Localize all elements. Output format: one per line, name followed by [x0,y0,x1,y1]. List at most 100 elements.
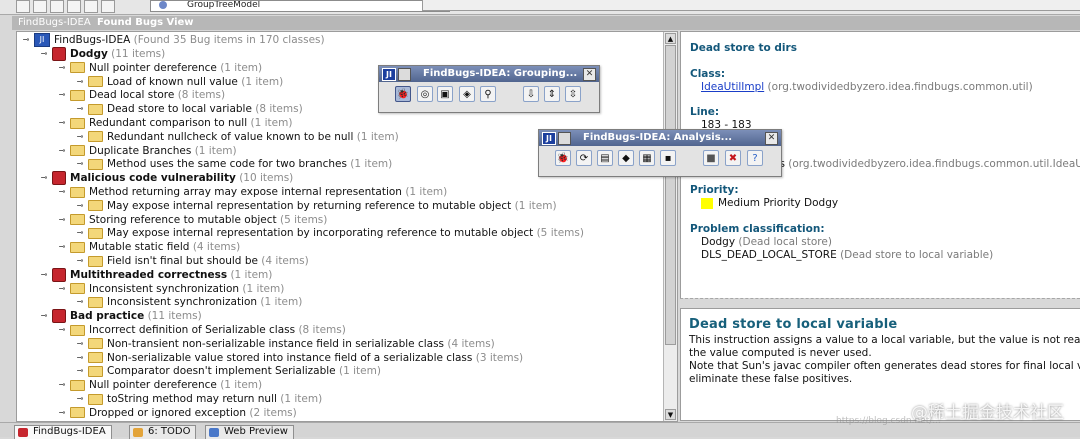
toolbar-button[interactable] [16,0,30,13]
tab-web-preview[interactable]: Web Preview [205,425,294,439]
tree-row-pattern[interactable]: ⊸ Inconsistent synchronization (1 item) [75,295,303,309]
class-link[interactable]: IdeaUtilImpl [701,81,764,93]
tree-row-type[interactable]: ⊸ Redundant comparison to null (1 item) [57,116,293,130]
analyze-project-icon[interactable]: ◆ [618,150,634,166]
expand-toggle-icon[interactable]: ⊸ [57,90,67,100]
expand-toggle-icon[interactable]: ⊸ [75,159,85,169]
expand-toggle-icon[interactable]: ⊸ [75,353,85,363]
expand-all-icon[interactable]: ⇕ [544,86,560,102]
tree-row-category[interactable]: ⊸ Dodgy (11 items) [39,47,165,61]
expand-toggle-icon[interactable]: ⊸ [75,366,85,376]
tree-row-count: (4 items) [447,337,495,350]
expand-toggle-icon[interactable]: ⊸ [75,339,85,349]
tree-row-type[interactable]: ⊸ Storing reference to mutable object (5 … [57,213,328,227]
analysis-toolbar-titlebar[interactable]: JI FindBugs-IDEA: Analysis... ✕ [539,130,781,146]
expand-toggle-icon[interactable]: ⊸ [57,284,67,294]
grouping-toolbar-window[interactable]: JI FindBugs-IDEA: Grouping... ✕ 🐞 ◎ ▣ ◈ … [378,65,600,113]
stop-icon[interactable]: ■ [703,150,719,166]
tree-row-pattern[interactable]: ⊸ Dead store to local variable (8 items) [75,102,303,116]
tree-row-pattern[interactable]: ⊸ Comparator doesn't implement Serializab… [75,364,381,378]
expand-toggle-icon[interactable]: ⊸ [39,173,49,183]
tree-row-type[interactable]: ⊸ Method returning array may expose inter… [57,185,448,199]
grouping-toolbar-titlebar[interactable]: JI FindBugs-IDEA: Grouping... ✕ [379,66,599,82]
group-by-bug-category-icon[interactable]: 🐞 [395,86,411,102]
expand-toggle-icon[interactable]: ⊸ [75,394,85,404]
tree-row-type[interactable]: ⊸ Dropped or ignored exception (2 items) [57,406,297,420]
tree-row-pattern[interactable]: ⊸ May expose internal representation by r… [75,199,557,213]
expand-toggle-icon[interactable]: ⊸ [39,49,49,59]
tree-row-pattern[interactable]: ⊸ Field isn't final but should be (4 item… [75,254,309,268]
tree-row-category[interactable]: ⊸ Multithreaded correctness (1 item) [39,267,272,282]
model-combo[interactable]: GroupTreeModel ▼ [150,0,450,12]
tree-row-type[interactable]: ⊸ Inconsistent synchronization (1 item) [57,282,285,296]
tree-row-pattern[interactable]: ⊸ May expose internal representation by i… [75,226,584,240]
tab-findbugs[interactable]: FindBugs-IDEA [14,425,112,439]
expand-toggle-icon[interactable]: ⊸ [57,325,67,335]
toolbar-button[interactable] [50,0,64,13]
analyze-file-icon[interactable]: 🐞 [555,150,571,166]
expand-toggle-icon[interactable]: ⊸ [75,256,85,266]
tree-row-type[interactable]: ⊸ Null pointer dereference (1 item) [57,378,262,392]
group-by-class-icon[interactable]: ◈ [459,86,475,102]
tree-row-pattern[interactable]: ⊸ Redundant nullcheck of value known to b… [75,130,399,144]
expand-toggle-icon[interactable]: ⊸ [57,63,67,73]
expand-toggle-icon[interactable]: ⊸ [57,408,67,418]
expand-toggle-icon[interactable]: ⊸ [39,270,49,280]
analyze-package-icon[interactable]: ▤ [597,150,613,166]
expand-toggle-icon[interactable]: ⊸ [75,297,85,307]
analysis-toolbar-window[interactable]: JI FindBugs-IDEA: Analysis... ✕ 🐞 ⟳ ▤ ◆ … [538,129,782,177]
expand-toggle-icon[interactable]: ⊸ [57,380,67,390]
toolbar-button[interactable] [84,0,98,13]
scrollbar-thumb[interactable] [665,45,676,345]
tree-root[interactable]: ⊸ JI FindBugs-IDEA (Found 35 Bug items in … [21,33,325,47]
group-by-bug-rank-icon[interactable]: ⚲ [480,86,496,102]
expand-toggle-icon[interactable]: ⊸ [57,242,67,252]
analyze-changelist-icon[interactable]: ▪ [660,150,676,166]
tree-row-label: Non-serializable value stored into insta… [107,351,473,364]
expand-toggle-icon[interactable]: ⊸ [57,215,67,225]
expand-toggle-icon[interactable]: ⊸ [57,187,67,197]
tree-row-pattern[interactable]: ⊸ Non-transient non-serializable instance… [75,337,495,351]
analyze-module-icon[interactable]: ⟳ [576,150,592,166]
tree-row-pattern[interactable]: ⊸ Method uses the same code for two branc… [75,157,393,171]
clear-results-icon[interactable]: ✖ [725,150,741,166]
expand-toggle-icon[interactable]: ⊸ [57,118,67,128]
tree-row-category[interactable]: ⊸ Malicious code vulnerability (10 items) [39,171,293,186]
group-by-priority-icon[interactable]: ◎ [417,86,433,102]
tree-row-type[interactable]: ⊸ Dead local store (8 items) [57,88,225,102]
scroll-down-icon[interactable]: ▼ [665,409,676,420]
help-icon[interactable]: ? [747,150,763,166]
tree-row-type[interactable]: ⊸ Null pointer dereference (1 item) [57,61,262,75]
close-icon[interactable]: ✕ [765,132,778,145]
collapse-all-icon[interactable]: ⇳ [565,86,581,102]
expand-toggle-icon[interactable]: ⊸ [57,146,67,156]
expand-toggle-icon[interactable]: ⊸ [75,228,85,238]
tree-row-category[interactable]: ⊸ Bad practice (11 items) [39,309,202,324]
expand-toggle-icon[interactable]: ⊸ [75,77,85,87]
tree-row-pattern[interactable]: ⊸ Load of known null value (1 item) [75,75,284,89]
tree-row-type[interactable]: ⊸ Incorrect definition of Serializable cl… [57,323,346,337]
tree-row-type[interactable]: ⊸ Mutable static field (4 items) [57,240,241,254]
toolbar-button[interactable] [101,0,115,13]
close-icon[interactable]: ✕ [583,68,596,81]
analyze-scope-icon[interactable]: ▦ [639,150,655,166]
group-by-package-icon[interactable]: ▣ [437,86,453,102]
restore-icon[interactable] [558,132,571,145]
scroll-up-icon[interactable]: ▲ [665,33,676,44]
toolbar-button[interactable] [67,0,81,13]
expand-toggle-icon[interactable]: ⊸ [75,104,85,114]
toolbar-button[interactable] [33,0,47,13]
export-icon[interactable]: ⇩ [523,86,539,102]
tree-row-pattern[interactable]: ⊸ toString method may return null (1 item… [75,392,323,406]
folder-icon [70,186,85,198]
expand-toggle-icon[interactable]: ⊸ [39,311,49,321]
expand-toggle-icon[interactable]: ⊸ [75,201,85,211]
tree-row-type[interactable]: ⊸ Duplicate Branches (1 item) [57,144,237,158]
tree-scrollbar[interactable]: ▲ ▼ [663,32,677,421]
tab-todo[interactable]: 6: TODO [129,425,197,439]
expand-toggle-icon[interactable]: ⊸ [75,132,85,142]
tree-row-pattern[interactable]: ⊸ Non-serializable value stored into inst… [75,351,524,365]
expand-toggle-icon[interactable]: ⊸ [21,35,31,45]
panel-splitter[interactable] [680,298,1080,307]
restore-icon[interactable] [398,68,411,81]
